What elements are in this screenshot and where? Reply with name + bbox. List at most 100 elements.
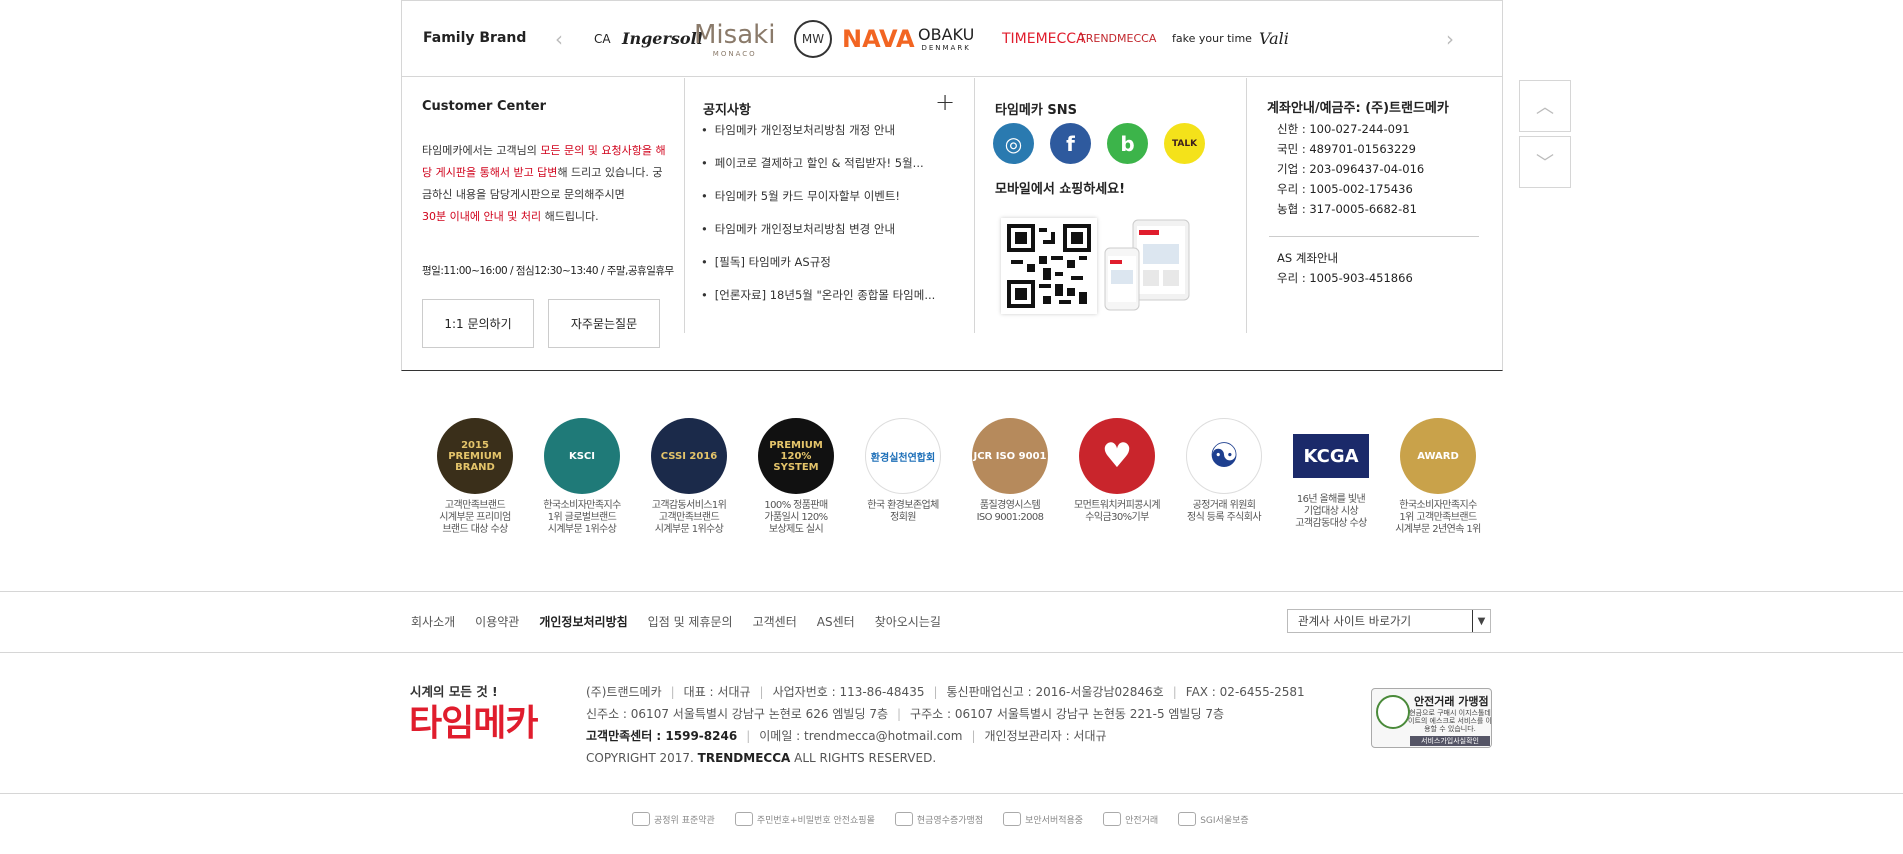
business-number: 사업자번호 : 113-86-48435 (772, 685, 925, 699)
copyright-text: COPYRIGHT 2017. (586, 751, 698, 765)
certification-label: 주민번호+비밀번호 안전쇼핑몰 (756, 815, 875, 826)
bank-account: 국민 : 489701-01563229 (1277, 142, 1416, 156)
notice-item[interactable]: [언론자료] 18년5월 "온라인 종합몰 타임메... (701, 287, 961, 320)
family-site-select-value: 관계사 사이트 바로가기 (1298, 614, 1412, 628)
copyright-text-end: ALL RIGHTS RESERVED. (790, 751, 937, 765)
certification-badge[interactable]: 공정위 표준약관 (632, 812, 715, 826)
brand-logo-text: Ingersoll (622, 29, 703, 48)
footer-link[interactable]: 이용약관 (475, 613, 519, 630)
company-info: (주)트랜드메카 | 대표 : 서대규 | 사업자번호 : 113-86-48435 | 통… (586, 681, 1305, 769)
award-badge-icon: ♥ (1079, 418, 1155, 494)
award-badge: AWARD 한국소비자만족지수 1위 고객만족브랜드 시계부문 2년연속 1위 (1388, 418, 1488, 536)
brand-logo[interactable]: Vali (1259, 11, 1289, 66)
footer-logo[interactable]: 타임메카 (409, 694, 538, 746)
award-caption: 한국소비자만족지수 1위 고객만족브랜드 시계부문 2년연속 1위 (1395, 500, 1481, 535)
scroll-down-button[interactable]: ﹀ (1519, 136, 1571, 188)
sns-title: 타임메카 SNS (995, 103, 1077, 118)
notice-item[interactable]: 타임메카 개인정보처리방침 개정 안내 (701, 122, 961, 155)
divider (0, 793, 1903, 794)
brand-logo[interactable]: OBAKU DENMARK (918, 11, 974, 66)
divider (0, 591, 1903, 592)
bank-account: 기업 : 203-096437-04-016 (1277, 162, 1425, 176)
award-badge: JCR ISO 9001 품질경영시스템 ISO 9001:2008 (960, 418, 1060, 524)
bank-account: 농협 : 317-0005-6682-81 (1277, 202, 1417, 216)
brand-logo-text: Misaki (694, 19, 776, 50)
notice-more-button[interactable]: + (935, 88, 955, 116)
award-badge: KSCI 한국소비자만족지수 1위 글로벌브랜드 시계부문 1위수상 (532, 418, 632, 536)
family-site-select[interactable]: 관계사 사이트 바로가기 ▼ (1287, 609, 1491, 633)
notice-item[interactable]: 타임메카 개인정보처리방침 변경 안내 (701, 221, 961, 254)
footer-link[interactable]: 찾아오시는길 (875, 613, 941, 630)
qr-code[interactable] (1001, 218, 1097, 314)
family-brand-title: Family Brand (423, 30, 527, 46)
business-hours: 평일:11:00~16:00 / 점심12:30~13:40 / 주말,공휴일휴… (422, 265, 674, 277)
scroll-up-button[interactable]: ︿ (1519, 80, 1571, 132)
award-badge-icon: 환경실천연합회 (865, 418, 941, 494)
certification-label: 안전거래 (1125, 815, 1159, 826)
page: Family Brand ‹ CA Ingersoll Misaki MONACO MW… (0, 0, 1903, 854)
brand-logo[interactable]: Ingersoll (622, 11, 703, 66)
award-badge-icon: AWARD (1400, 418, 1476, 494)
certification-label: 현금영수증가맹점 (916, 815, 984, 826)
brand-logo[interactable]: TRENDMECCA (1079, 11, 1156, 66)
award-badge-icon: CSSI 2016 (651, 418, 727, 494)
certification-badge[interactable]: 보안서버적용중 (1003, 812, 1083, 826)
award-caption: 모먼트워치커피콩시계 수익금30%기부 (1073, 500, 1161, 523)
notice-list: 타임메카 개인정보처리방침 개정 안내 페이코로 결제하고 할인 & 적립받자!… (701, 122, 961, 320)
brand-logo-subtext: MONACO (712, 49, 757, 58)
certification-row: 공정위 표준약관 주민번호+비밀번호 안전쇼핑몰 현금영수증가맹점 보안서버적용중 안전… (632, 812, 1249, 826)
divider (1269, 236, 1479, 237)
notice-item[interactable]: [필독] 타임메카 AS규정 (701, 254, 961, 287)
footer-link[interactable]: 고객센터 (753, 613, 797, 630)
certification-badge[interactable]: 주민번호+비밀번호 안전쇼핑몰 (734, 812, 875, 826)
award-badge-icon: KCGA (1293, 434, 1369, 478)
brand-next-arrow[interactable]: › (1446, 27, 1454, 51)
instagram-icon[interactable]: ◎ (993, 123, 1034, 164)
brand-logo-text: CA (594, 31, 611, 46)
facebook-icon[interactable]: f (1050, 123, 1091, 164)
notice-item[interactable]: 페이코로 결제하고 할인 & 적립받자! 5월... (701, 155, 961, 188)
brand-logo[interactable]: Misaki MONACO (694, 11, 775, 66)
brand-logo[interactable]: TIMEMECCA (1002, 11, 1086, 66)
brand-logo[interactable]: NAVA (842, 11, 915, 66)
award-badge: ☯ 공정거래 위원회 정식 등록 주식회사 (1174, 418, 1274, 524)
email[interactable]: 이메일 : trendmecca@hotmail.com (759, 729, 962, 743)
escrow-seal[interactable]: 안전거래 가맹점 현금으로 구매시 이지스톨데이트의 에스크로 서비스를 이용할… (1371, 688, 1492, 748)
band-icon[interactable]: b (1107, 123, 1148, 164)
customer-center-text: 타임메카에서는 고객님의 모든 문의 및 요청사항을 해당 게시판을 통해서 받… (422, 140, 667, 228)
brand-logo-text: OBAKU (918, 25, 975, 44)
company-info-line-1: (주)트랜드메카 | 대표 : 서대규 | 사업자번호 : 113-86-48435 | 통… (586, 685, 1305, 699)
chevron-down-icon: ▼ (1472, 610, 1490, 632)
kakaotalk-icon[interactable]: TALK (1164, 123, 1205, 164)
notice-item[interactable]: 타임메카 5월 카드 무이자할부 이벤트! (701, 188, 961, 221)
award-caption: 한국 환경보존업체 정회원 (867, 500, 939, 523)
privacy-manager: 개인정보관리자 : 서대규 (984, 729, 1107, 743)
brand-logo-text: NAVA (842, 24, 915, 53)
as-account-title: AS 계좌안내 (1277, 251, 1339, 265)
footer-link[interactable]: AS센터 (817, 613, 855, 630)
certification-badge[interactable]: 안전거래 (1103, 812, 1158, 826)
footer-link[interactable]: 회사소개 (411, 613, 455, 630)
award-caption: 품질경영시스템 ISO 9001:2008 (976, 500, 1044, 523)
company-info-line-2: 신주소 : 06107 서울특별시 강남구 논현로 626 엠빌딩 7층 | 구주소… (586, 707, 1225, 721)
inquiry-button[interactable]: 1:1 문의하기 (422, 299, 534, 348)
brand-logo-carousel: CA Ingersoll Misaki MONACO MW NAVA OBAKU DENMAR… (594, 11, 1429, 66)
certification-badge[interactable]: 현금영수증가맹점 (894, 812, 984, 826)
cc-text-1: 타임메카에서는 고객님의 (422, 144, 541, 157)
award-caption: 고객만족브랜드 시계부문 프리미엄 브랜드 대상 수상 (439, 500, 511, 535)
fax: FAX : 02-6455-2581 (1185, 685, 1305, 699)
footer-link[interactable]: 개인정보처리방침 (539, 613, 627, 630)
award-badge: PREMIUM 120% SYSTEM 100% 정품판매 가품일시 120% 보상제… (746, 418, 846, 536)
brand-prev-arrow[interactable]: ‹ (555, 27, 563, 51)
footer-link[interactable]: 입점 및 제휴문의 (648, 613, 733, 630)
awards-row: 2015 PREMIUM BRAND 고객만족브랜드 시계부문 프리미엄 브랜드 대상… (425, 418, 1495, 536)
faq-button[interactable]: 자주묻는질문 (548, 299, 660, 348)
as-bank-account: 우리 : 1005-903-451866 (1277, 271, 1413, 285)
brand-logo[interactable]: CA (594, 11, 611, 66)
brand-logo[interactable]: MW (794, 11, 832, 66)
award-caption: 공정거래 위원회 정식 등록 주식회사 (1187, 500, 1262, 523)
escrow-seal-button[interactable]: 서비스가입사실확인 (1410, 736, 1490, 746)
certification-badge[interactable]: SGI서울보증 (1178, 812, 1249, 826)
brand-logo[interactable]: fake your time (1172, 11, 1252, 66)
cc-text-3: 해드립니다. (541, 210, 599, 223)
